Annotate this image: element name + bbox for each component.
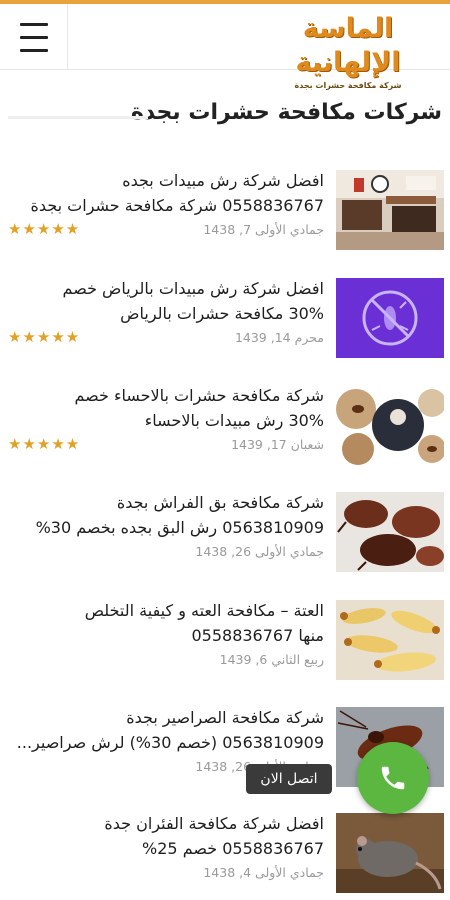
post-thumbnail[interactable] (336, 492, 444, 572)
rating-stars: ★★★★★ (8, 220, 81, 238)
post-title-line: افضل شركة مكافحة الفئران جدة (104, 814, 324, 833)
phone-icon (381, 766, 405, 790)
post-item[interactable]: افضل شركة رش مبيدات بالرياض خصم 30% مكاف… (0, 268, 450, 373)
post-title-line: 0563810909 رش البق بجده بخصم 30% (35, 518, 324, 537)
post-title-line: 30% مكافحة حشرات بالرياض (120, 304, 324, 323)
rating-stars: ★★★★★ (8, 328, 81, 346)
post-date: جمادي الأولى 4, 1438 (203, 865, 324, 880)
post-title[interactable]: شركة مكافحة بق الفراش بجدة 0563810909 رش… (6, 490, 324, 540)
post-item[interactable]: افضل شركة رش مبيدات بجده 0558836767 شركة… (0, 160, 450, 265)
call-button[interactable] (357, 742, 429, 814)
post-thumbnail[interactable] (336, 278, 444, 358)
post-thumbnail[interactable] (336, 170, 444, 250)
post-item[interactable]: افضل شركة مكافحة الفئران جدة 0558836767 … (0, 803, 450, 900)
post-title[interactable]: شركة مكافحة الصراصير بجدة 0563810909 (خص… (6, 705, 324, 755)
post-date: محرم 14, 1439 (234, 330, 324, 345)
rating-stars: ★★★★★ (8, 435, 81, 453)
post-title-line: 0563810909 (خصم 30%) لرش صراصير... (16, 733, 324, 752)
post-title-line: شركة مكافحة بق الفراش بجدة (116, 493, 324, 512)
post-date: جمادي الأولى 26, 1438 (195, 544, 324, 559)
post-item[interactable]: شركة مكافحة حشرات بالاحساء خصم 30% رش مب… (0, 375, 450, 480)
post-title[interactable]: شركة مكافحة حشرات بالاحساء خصم 30% رش مب… (6, 383, 324, 433)
call-now-label[interactable]: اتصل الان (246, 764, 332, 794)
post-title-line: شركة مكافحة حشرات بالاحساء خصم (74, 386, 324, 405)
post-thumbnail[interactable] (336, 600, 444, 680)
site-logo[interactable]: الماسة الإلهانية شركة مكافحة حشرات بجدة (268, 12, 428, 90)
post-date: شعبان 17, 1439 (231, 437, 324, 452)
post-title-line: 0558836767 خصم 25% (142, 839, 324, 858)
logo-title: الماسة الإلهانية (295, 13, 401, 78)
post-title-line: شركة مكافحة الصراصير بجدة (126, 708, 324, 727)
post-thumbnail[interactable] (336, 813, 444, 893)
post-title-line: افضل شركة رش مبيدات بجده (122, 171, 324, 190)
post-date: جمادي الأولى 7, 1438 (203, 222, 324, 237)
title-divider (8, 116, 148, 119)
post-item[interactable]: شركة مكافحة بق الفراش بجدة 0563810909 رش… (0, 482, 450, 587)
post-item[interactable]: العتة – مكافحة العته و كيفية التخلص منها… (0, 590, 450, 695)
post-title-line: 0558836767 شركة مكافحة حشرات بجدة (30, 196, 324, 215)
post-title[interactable]: افضل شركة رش مبيدات بالرياض خصم 30% مكاف… (6, 276, 324, 326)
post-title-line: افضل شركة رش مبيدات بالرياض خصم (62, 279, 324, 298)
post-title-line: العتة – مكافحة العته و كيفية التخلص (84, 601, 324, 620)
post-thumbnail[interactable] (336, 385, 444, 465)
site-header: الماسة الإلهانية شركة مكافحة حشرات بجدة (0, 4, 450, 90)
post-date: ربيع الثاني 6, 1439 (219, 652, 324, 667)
menu-button[interactable] (0, 4, 68, 70)
post-title[interactable]: افضل شركة مكافحة الفئران جدة 0558836767 … (6, 811, 324, 861)
post-title[interactable]: افضل شركة رش مبيدات بجده 0558836767 شركة… (6, 168, 324, 218)
logo-subtitle: شركة مكافحة حشرات بجدة (294, 81, 402, 90)
post-title[interactable]: العتة – مكافحة العته و كيفية التخلص منها… (6, 598, 324, 648)
post-title-line: منها 0558836767 (191, 626, 324, 645)
post-title-line: 30% رش مبيدات بالاحساء (144, 411, 324, 430)
hamburger-icon (19, 18, 48, 57)
section-title: شركات مكافحة حشرات بجدة (130, 100, 442, 125)
